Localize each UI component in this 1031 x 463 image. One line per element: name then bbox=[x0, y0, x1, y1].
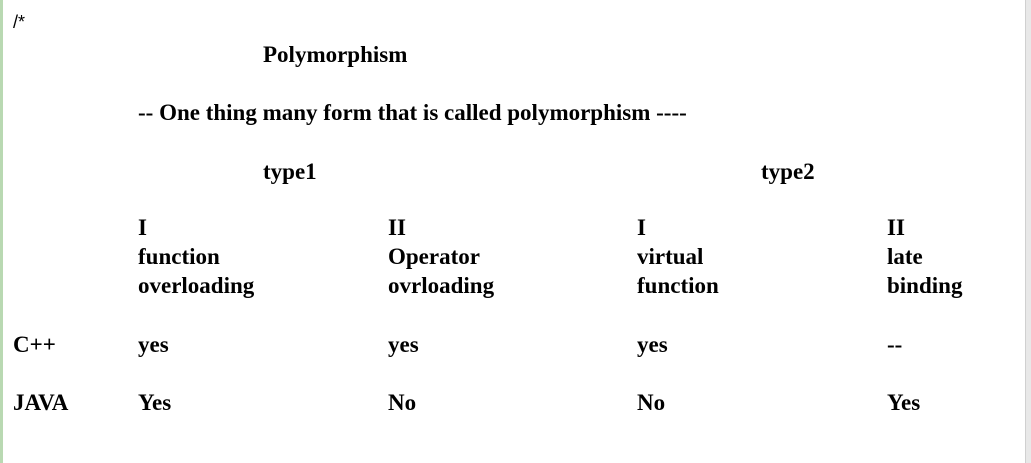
column-label: late bbox=[887, 244, 923, 269]
row-label-java: JAVA bbox=[13, 390, 69, 415]
column-label: virtual bbox=[637, 244, 704, 269]
table-cell: No bbox=[637, 390, 666, 415]
left-margin-bar bbox=[0, 0, 3, 463]
column-number: I bbox=[138, 215, 147, 240]
table-cell: -- bbox=[887, 332, 903, 357]
definition-line: -- One thing many form that is called po… bbox=[138, 100, 687, 125]
table-cell: Yes bbox=[138, 390, 172, 415]
type1-header: type1 bbox=[263, 159, 317, 184]
table-cell: No bbox=[388, 390, 417, 415]
table-cell: yes bbox=[637, 332, 668, 357]
column-label: overloading bbox=[138, 273, 255, 298]
column-label: Operator bbox=[388, 244, 480, 269]
column-label: ovrloading bbox=[388, 273, 495, 298]
column-label: function bbox=[637, 273, 719, 298]
column-number: II bbox=[887, 215, 905, 240]
column-number: II bbox=[388, 215, 406, 240]
comment-open-marker: /* bbox=[13, 12, 26, 32]
row-label-cpp: C++ bbox=[13, 332, 56, 357]
table-cell: Yes bbox=[887, 390, 921, 415]
column-label: function bbox=[138, 244, 220, 269]
page-title: Polymorphism bbox=[263, 42, 408, 67]
table-cell: yes bbox=[388, 332, 419, 357]
type2-header: type2 bbox=[761, 159, 815, 184]
table-cell: yes bbox=[138, 332, 169, 357]
column-number: I bbox=[637, 215, 646, 240]
column-label: binding bbox=[887, 273, 963, 298]
right-scrollbar[interactable] bbox=[1025, 0, 1031, 463]
